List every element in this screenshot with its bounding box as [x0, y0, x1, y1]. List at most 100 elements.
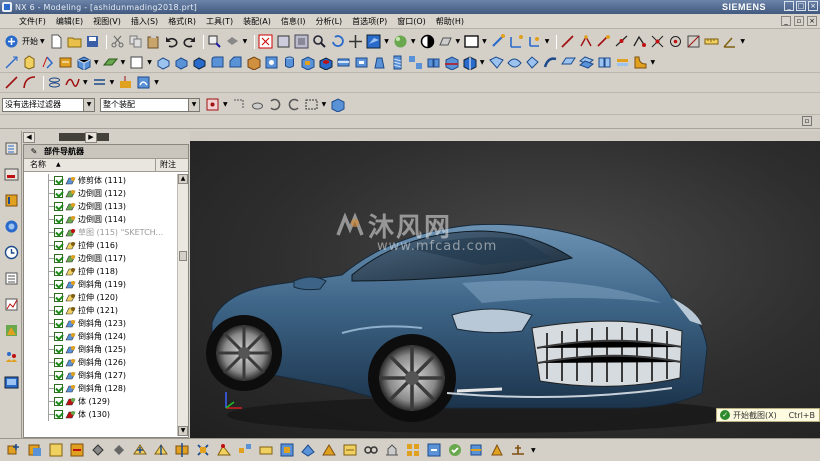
tree-row[interactable]: 倒斜角 (128)	[24, 382, 179, 395]
unite-icon[interactable]	[156, 55, 171, 70]
scroll-left-icon[interactable]: ◀	[23, 132, 35, 143]
add-component-icon[interactable]	[6, 442, 22, 458]
tree-row[interactable]: 倒斜角 (126)	[24, 356, 179, 369]
tree-row[interactable]: 倒斜角 (123)	[24, 317, 179, 330]
copy-icon[interactable]	[128, 34, 143, 49]
datum-plane-icon[interactable]	[102, 55, 118, 70]
maximize-button[interactable]: □	[796, 1, 806, 11]
select-edges-icon[interactable]	[268, 97, 283, 112]
undo-icon[interactable]	[164, 34, 179, 49]
extrude-tool-icon[interactable]	[22, 55, 37, 70]
reference-set-icon[interactable]	[426, 442, 442, 458]
snap-point-settings-icon[interactable]	[205, 97, 220, 112]
paste-icon[interactable]	[146, 34, 161, 49]
visibility-checkbox[interactable]	[54, 332, 63, 341]
shell-icon[interactable]	[246, 55, 261, 70]
tree-row[interactable]: 倒斜角 (119)	[24, 278, 179, 291]
background-icon[interactable]	[420, 34, 435, 49]
type-filter-combo[interactable]: 没有选择过滤器 ▼	[2, 97, 95, 112]
visibility-checkbox[interactable]	[54, 280, 63, 289]
snap-intersection-icon[interactable]	[650, 34, 665, 49]
wcs-icon[interactable]	[509, 34, 524, 49]
save-icon[interactable]	[85, 34, 100, 49]
select-body-icon[interactable]	[330, 97, 345, 112]
boss-icon[interactable]	[282, 55, 297, 70]
remember-constraints-icon[interactable]	[174, 442, 190, 458]
thread-icon[interactable]	[390, 55, 405, 70]
exploded-views-icon[interactable]	[237, 442, 253, 458]
tree-row[interactable]: 拉伸 (121)	[24, 304, 179, 317]
thicken-icon[interactable]	[615, 55, 630, 70]
column-name[interactable]: 名称 ▲	[24, 159, 156, 171]
menu-assembly[interactable]: 装配(A)	[238, 16, 276, 27]
basic-line-icon[interactable]	[4, 75, 19, 90]
scroll-up-icon[interactable]: ▲	[178, 174, 188, 184]
cut-section-icon[interactable]	[321, 442, 337, 458]
history-tab-icon[interactable]	[3, 243, 19, 261]
scroll-thumb[interactable]	[179, 251, 187, 261]
studio-spline-icon[interactable]	[65, 75, 80, 90]
helix-icon[interactable]	[47, 75, 62, 90]
snap-point-icon[interactable]	[491, 34, 506, 49]
assembly-sequence-icon[interactable]	[279, 442, 295, 458]
tree-row[interactable]: 倒斜角 (127)	[24, 369, 179, 382]
tree-row[interactable]: 拉伸 (118)	[24, 265, 179, 278]
offset-surface-icon[interactable]	[578, 55, 594, 70]
chamfer-tool-icon[interactable]	[228, 55, 243, 70]
open-folder-icon[interactable]	[67, 34, 82, 49]
assembly-constraints-icon[interactable]	[132, 442, 148, 458]
tree-row[interactable]: 边倒圆 (117)	[24, 252, 179, 265]
promote-body-icon[interactable]	[489, 442, 505, 458]
selection-scope-combo[interactable]: 整个装配 ▼	[100, 97, 200, 112]
tree-row[interactable]: 边倒圆 (114)	[24, 213, 179, 226]
tree-row[interactable]: 边倒圆 (113)	[24, 200, 179, 213]
layer-settings-icon[interactable]	[438, 34, 453, 49]
tree-row[interactable]: 体 (129)	[24, 395, 179, 408]
select-all-icon[interactable]	[232, 97, 247, 112]
new-component-icon[interactable]	[27, 442, 43, 458]
menu-insert[interactable]: 插入(S)	[126, 16, 163, 27]
restore-layout-button[interactable]: ▫	[802, 116, 812, 126]
tree-row[interactable]: 边倒圆 (112)	[24, 187, 179, 200]
touch-mode-icon[interactable]	[225, 34, 240, 49]
tree-row[interactable]: 草图 (115) "SKETCH...	[24, 226, 179, 239]
point-tool-icon[interactable]	[578, 34, 593, 49]
doc-minimize-button[interactable]: _	[781, 16, 791, 26]
draft-icon[interactable]	[372, 55, 387, 70]
work-layer-icon[interactable]	[464, 34, 479, 49]
through-mesh-icon[interactable]	[525, 55, 540, 70]
menu-window[interactable]: 窗口(O)	[392, 16, 431, 27]
arc-icon[interactable]	[22, 75, 37, 90]
rotate-icon[interactable]	[330, 34, 345, 49]
tree-row[interactable]: 倒斜角 (124)	[24, 330, 179, 343]
sew-icon[interactable]	[597, 55, 612, 70]
scroll-thumb[interactable]	[59, 133, 109, 141]
column-note[interactable]: 附注	[156, 159, 188, 171]
combo-arrow-icon[interactable]: ▼	[83, 98, 94, 111]
product-outline-icon[interactable]	[300, 442, 316, 458]
check-clearance-icon[interactable]	[258, 442, 274, 458]
show-degrees-freedom-icon[interactable]	[153, 442, 169, 458]
bridge-curve-icon[interactable]	[136, 75, 151, 90]
feature-group-icon[interactable]	[58, 55, 73, 70]
measure-mass-icon[interactable]	[510, 442, 526, 458]
ruled-surface-icon[interactable]	[488, 55, 504, 70]
zoom-window-icon[interactable]	[276, 34, 291, 49]
combo-arrow-icon[interactable]: ▼	[188, 98, 199, 111]
zoom-icon[interactable]	[294, 34, 309, 49]
visibility-checkbox[interactable]	[54, 397, 63, 406]
pocket-icon[interactable]	[300, 55, 315, 70]
start-dropdown-icon[interactable]: ▼	[40, 38, 45, 45]
zoom-in-out-icon[interactable]	[312, 34, 327, 49]
groove-icon[interactable]	[336, 55, 351, 70]
snap-center-icon[interactable]	[668, 34, 683, 49]
split-body-icon[interactable]	[462, 55, 477, 70]
subtract-icon[interactable]	[174, 55, 189, 70]
navigator-hscroll[interactable]: ◀ ▶	[23, 131, 189, 143]
visibility-checkbox[interactable]	[54, 176, 63, 185]
roles-people-tab-icon[interactable]	[3, 347, 19, 365]
visibility-checkbox[interactable]	[54, 319, 63, 328]
trim-body-icon[interactable]	[444, 55, 459, 70]
hole-icon[interactable]	[264, 55, 279, 70]
visibility-checkbox[interactable]	[54, 267, 63, 276]
